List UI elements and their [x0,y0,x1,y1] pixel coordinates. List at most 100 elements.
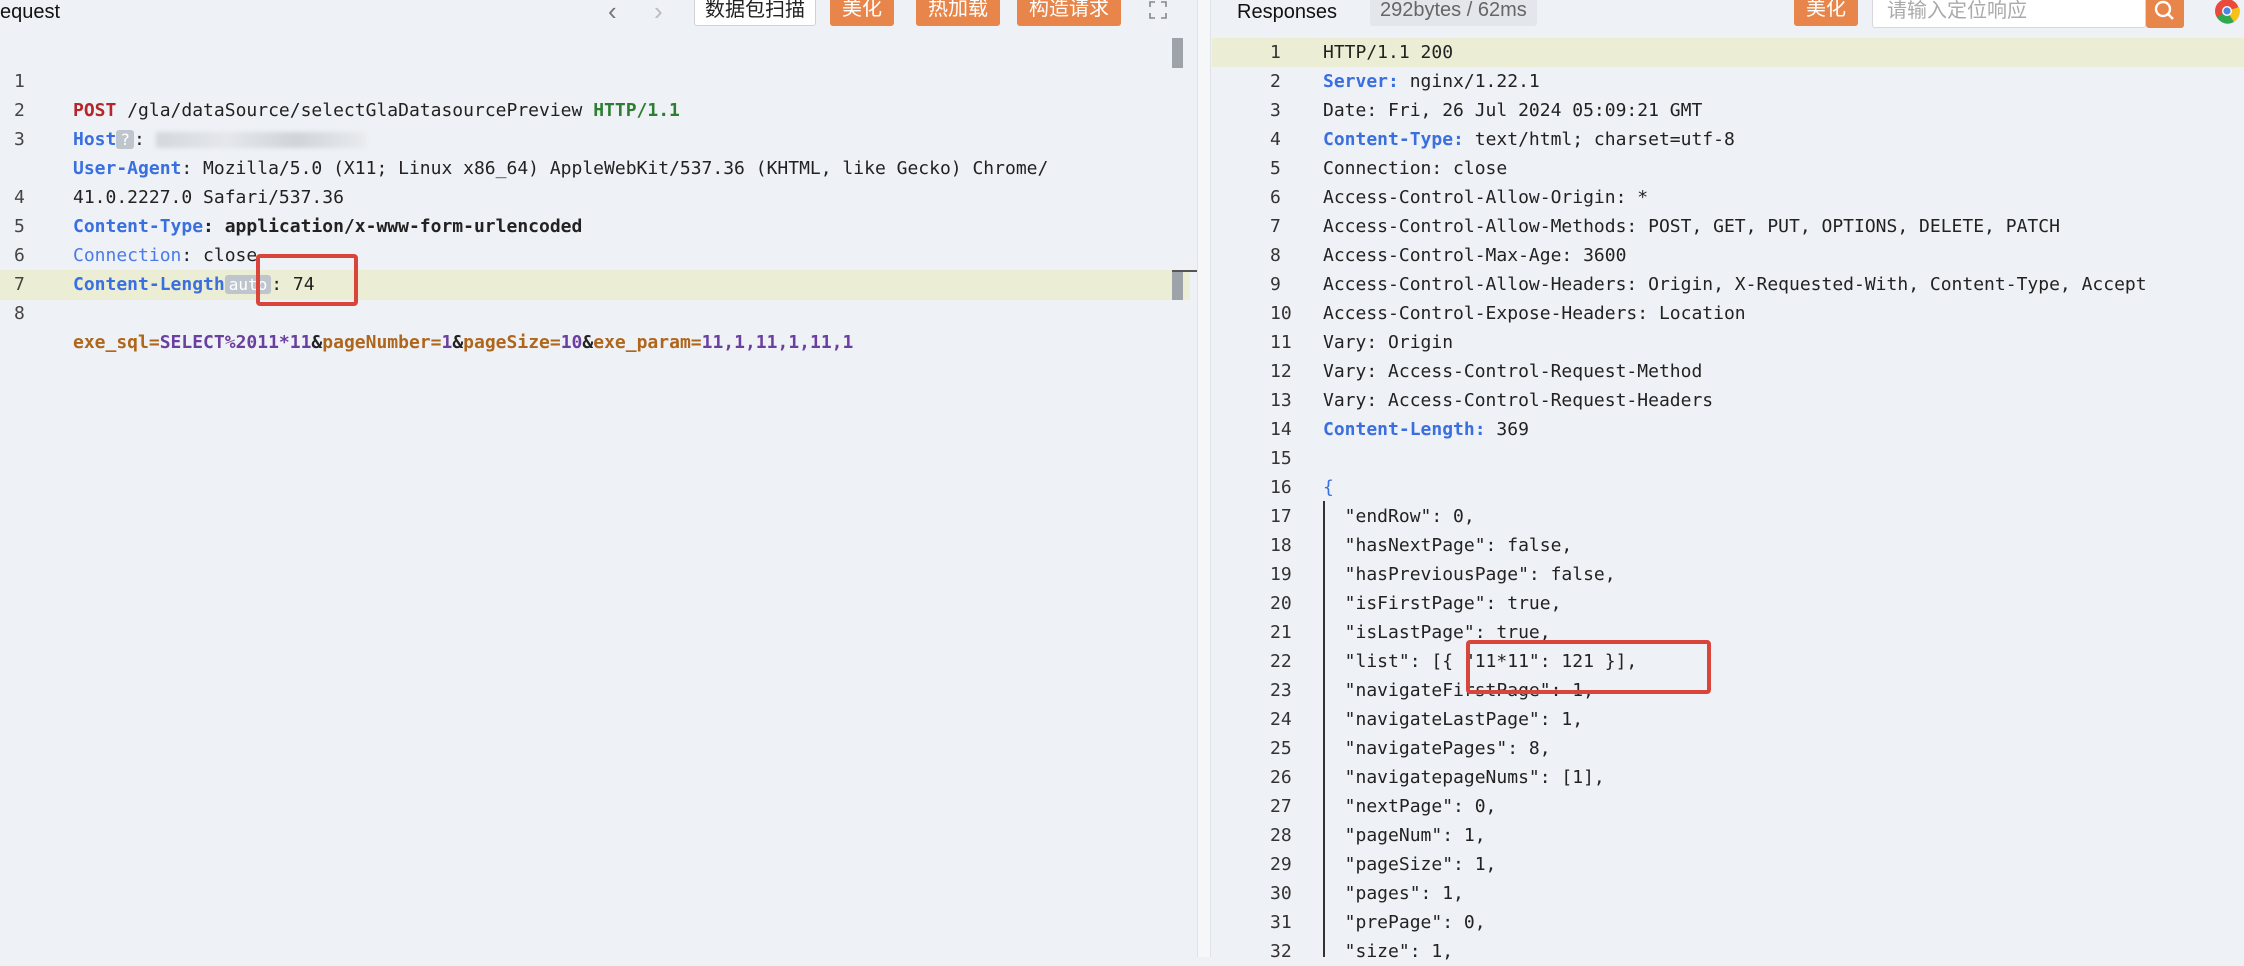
line-number: 24 [1270,709,1292,730]
beautify-button[interactable]: 美化 [830,0,894,26]
line-number: 28 [1270,825,1292,846]
line-number: 17 [1270,506,1292,527]
code-line: 4 Content-Type: application/x-www-form-u… [0,154,582,237]
code-line: 7 [0,241,65,295]
param-sep: & [311,332,323,353]
param-value-highlighted: 2011*11 [235,332,312,353]
header-key: Content-Length [73,274,225,295]
line-number: 30 [1270,883,1292,904]
json-line: "isFirstPage": true, [1323,593,1562,614]
json-line: "pageSize": 1, [1323,854,1497,875]
packet-scan-button[interactable]: 数据包扫描 [694,0,816,26]
host-badge[interactable]: ? [116,130,134,149]
header-value: : close [181,245,258,266]
json-line: "navigateLastPage": 1, [1323,709,1584,730]
line-number: 18 [1270,535,1292,556]
line-number: 23 [1270,680,1292,701]
construct-request-button[interactable]: 构造请求 [1017,0,1121,26]
param-key: exe_sql= [73,332,160,353]
header-line: Access-Control-Expose-Headers: Location [1323,303,1746,324]
json-line: "pageNum": 1, [1323,825,1486,846]
status-line: HTTP/1.1 200 [1323,42,1454,63]
json-line: "pages": 1, [1323,883,1464,904]
chevron-left-icon[interactable]: ‹ [608,0,617,24]
request-path: /gla/dataSource/selectGlaDatasourcePrevi… [116,100,594,121]
param-key: pageSize= [463,332,561,353]
protocol: HTTP/1.1 [593,100,680,121]
fullscreen-icon[interactable] [1148,0,1168,20]
code-line: 1 POST /gla/dataSource/selectGlaDatasour… [0,38,680,121]
annotation-box [1466,640,1711,694]
param-value: 1 [441,332,453,353]
param-sep: & [582,332,594,353]
response-beautify-button[interactable]: 美化 [1794,0,1858,26]
code-line: 3 User-Agent: Mozilla/5.0 (X11; Linux x8… [0,96,1048,179]
json-line: "nextPage": 0, [1323,796,1497,817]
header-value: text/html; charset=utf-8 [1463,129,1735,150]
header-sep: : [134,129,156,150]
request-pane: equest ‹ › 数据包扫描 美化 热加载 构造请求 1 POST /gla… [0,0,1197,957]
json-line: "hasPreviousPage": false, [1323,564,1616,585]
chrome-icon[interactable] [2214,0,2240,24]
line-number: 15 [1270,448,1292,469]
param-sep: & [452,332,464,353]
param-key: pageNumber= [322,332,442,353]
line-number: 5 [1270,158,1281,179]
scrollbar-marker[interactable] [1172,270,1183,300]
response-viewer[interactable]: 1 HTTP/1.1 200 2 Server: nginx/1.22.1 3 Dat… [1212,38,2244,962]
search-input[interactable]: 请输入定位响应 [1872,0,2146,28]
header-line: Connection: close [1323,158,1508,179]
json-brace: { [1323,477,1334,498]
line-number: 16 [1270,477,1292,498]
line-number: 3 [1270,100,1281,121]
line-number: 12 [1270,361,1292,382]
code-line: 8 exe_sql=SELECT%2011*11&pageNumber=1&pa… [0,270,853,353]
line-number: 13 [1270,390,1292,411]
cursor-marker [1172,270,1197,272]
search-button[interactable] [2146,0,2184,28]
line-number: 21 [1270,622,1292,643]
line-number: 31 [1270,912,1292,933]
header-value: : application/x-www-form-urlencoded [203,216,583,237]
pane-divider[interactable] [1197,0,1211,957]
json-line: "prePage": 0, [1323,912,1486,933]
code-line: 2 Host?: [0,67,366,150]
header-value: 369 [1485,419,1529,440]
line-number: 19 [1270,564,1292,585]
header-line: Access-Control-Allow-Headers: Origin, X-… [1323,274,2147,295]
header-key: User-Agent [73,158,182,179]
line-number: 22 [1270,651,1292,672]
header-value: : Mozilla/5.0 (X11; Linux x86_64) AppleW… [181,158,1049,179]
search-icon [2154,0,2174,20]
hot-load-button[interactable]: 热加载 [916,0,1000,26]
chevron-right-icon[interactable]: › [654,0,663,24]
request-toolbar: equest ‹ › 数据包扫描 美化 热加载 构造请求 [0,0,1197,36]
request-title: equest [0,1,61,23]
param-value: 10 [560,332,583,353]
request-editor[interactable]: 1 POST /gla/dataSource/selectGlaDatasour… [0,38,1190,948]
header-key: Content-Type [73,216,204,237]
line-number: 20 [1270,593,1292,614]
param-value: SELECT% [159,332,236,353]
line-number: 14 [1270,419,1292,440]
line-number: 2 [1270,71,1281,92]
code-line: 5 Connection: close [0,183,257,266]
header-key: Host [73,129,117,150]
header-line: Access-Control-Allow-Origin: * [1323,187,1649,208]
response-info: 292bytes / 62ms [1370,0,1537,26]
param-value: 11,1,11,1,11,1 [701,332,854,353]
header-key: Content-Length: [1323,419,1486,440]
header-line: Access-Control-Allow-Methods: POST, GET,… [1323,216,2060,237]
line-number: 7 [1270,216,1281,237]
code-line: 41.0.2227.0 Safari/537.36 [0,125,344,208]
header-line: Vary: Origin [1323,332,1454,353]
line-number: 29 [1270,854,1292,875]
header-key: Connection [73,245,182,266]
line-number: 11 [1270,332,1292,353]
line-number: 25 [1270,738,1292,759]
response-title: Responses [1237,1,1338,23]
scrollbar-thumb[interactable] [1172,38,1183,68]
line-number: 4 [1270,129,1281,150]
line-number: 27 [1270,796,1292,817]
param-key: exe_param= [593,332,702,353]
